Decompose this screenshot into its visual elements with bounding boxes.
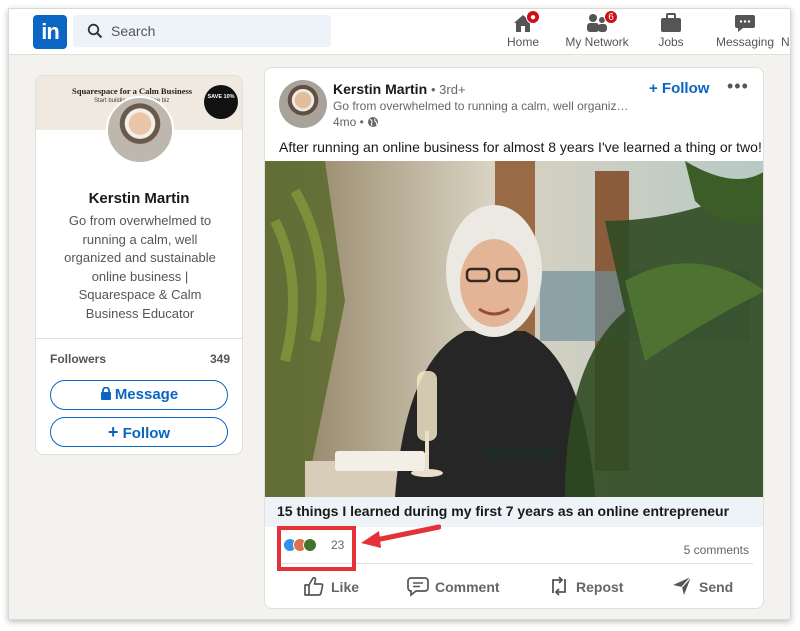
post-follow-button[interactable]: + Follow (649, 80, 709, 97)
like-button[interactable]: Like (303, 575, 359, 599)
repost-icon (552, 576, 566, 596)
comment-label: Comment (435, 579, 500, 595)
nav-jobs[interactable]: Jobs (651, 13, 691, 53)
followers-label: Followers (50, 352, 107, 366)
top-navigation: in ● Home 6 My Network Jobs (9, 9, 790, 55)
article-link-title[interactable]: 15 things I learned during my first 7 ye… (265, 497, 763, 527)
profile-headline: Go from overwhelmed to running a calm, w… (64, 213, 216, 321)
nav-overflow-cut: N (781, 35, 790, 49)
nav-messaging[interactable]: Messaging (715, 13, 775, 53)
post-image[interactable] (265, 161, 763, 497)
connection-degree: • 3rd+ (431, 82, 466, 97)
send-icon (673, 576, 692, 595)
profile-card: Squarespace for a Calm Business Start bu… (35, 75, 243, 455)
send-button[interactable]: Send (671, 575, 733, 599)
comment-button[interactable]: Comment (407, 575, 500, 599)
like-icon (304, 576, 324, 596)
nav-my-network[interactable]: 6 My Network (565, 10, 629, 53)
author-avatar[interactable] (279, 80, 327, 128)
comment-icon (407, 577, 429, 597)
annotation-arrow-icon (361, 524, 441, 548)
banner-save-badge: SAVE 10% (204, 85, 238, 119)
search-icon (87, 23, 103, 39)
author-name-text: Kerstin Martin (333, 81, 428, 97)
send-label: Send (699, 579, 734, 595)
repost-button[interactable]: Repost (548, 575, 623, 599)
comments-count[interactable]: 5 comments (684, 543, 749, 557)
message-button[interactable]: Message (50, 380, 228, 410)
network-badge: 6 (604, 10, 618, 24)
author-headline: Go from overwhelmed to running a calm, w… (333, 99, 635, 113)
profile-name[interactable]: Kerstin Martin (36, 190, 242, 207)
message-button-label: Message (114, 386, 179, 403)
followers-count: 349 (209, 352, 230, 366)
more-options-icon[interactable]: ••• (727, 76, 749, 97)
lock-icon (100, 386, 111, 400)
nav-jobs-label: Jobs (658, 35, 684, 49)
home-icon: ● (512, 10, 540, 33)
search-bar[interactable] (73, 15, 331, 47)
browser-frame: in ● Home 6 My Network Jobs (8, 8, 791, 620)
nav-home-label: Home (506, 35, 539, 49)
post-text: After running an online business for alm… (279, 139, 762, 155)
plus-icon: + (107, 422, 119, 442)
nav-home[interactable]: ● Home (501, 10, 545, 53)
woman-photo-illustration (265, 161, 763, 497)
globe-icon (368, 117, 379, 127)
follow-button-label: Follow (122, 425, 171, 442)
linkedin-logo[interactable]: in (33, 15, 67, 49)
nav-my-network-label: My Network (565, 35, 629, 49)
banner-title: Squarespace for a Calm Business (72, 86, 193, 96)
post-time: 4mo • (333, 115, 379, 129)
repost-label: Repost (576, 579, 624, 595)
like-label: Like (331, 579, 360, 595)
people-icon: 6 (586, 10, 618, 33)
annotation-highlight-box (277, 526, 356, 571)
post-time-text: 4mo • (333, 115, 364, 129)
nav-messaging-label: Messaging (715, 35, 775, 49)
messaging-icon (734, 13, 756, 33)
briefcase-icon (660, 13, 682, 33)
divider (36, 338, 242, 339)
author-name[interactable]: Kerstin Martin • 3rd+ (333, 81, 466, 97)
profile-avatar[interactable] (106, 96, 174, 164)
search-input[interactable] (111, 15, 321, 47)
notification-dot: ● (526, 10, 540, 24)
profile-follow-button[interactable]: + Follow (50, 417, 228, 447)
